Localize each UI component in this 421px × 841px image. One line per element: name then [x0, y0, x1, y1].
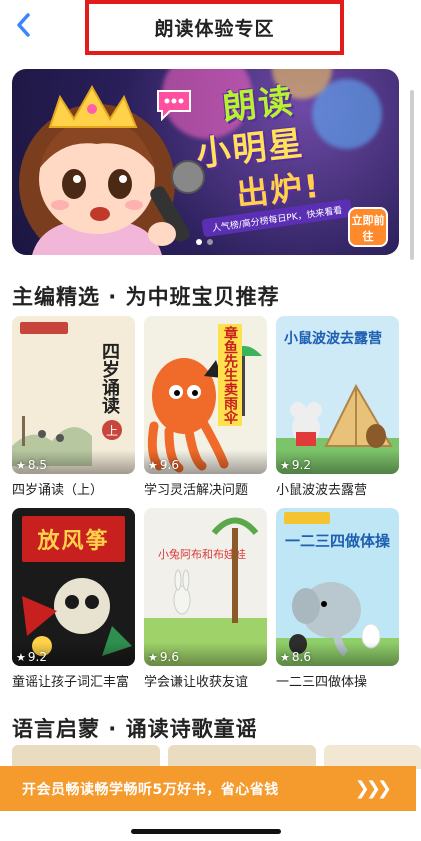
book-cover: 放风筝 ★ 9.2: [12, 508, 135, 666]
cover-tag: [20, 322, 68, 334]
pager-dot: [207, 239, 213, 245]
header-bar: 朗读体验专区: [0, 0, 421, 56]
page-title: 朗读体验专区: [154, 18, 275, 40]
book-cover: 小鼠波波去露营 ★ 9.2: [276, 316, 399, 474]
book-card[interactable]: 小鼠波波去露营 ★ 9.2 小鼠波波去露营: [276, 316, 399, 498]
cover-badge: 上: [102, 420, 122, 440]
triple-chevron-right-icon: ❯❯❯: [354, 778, 392, 799]
section-title-editor-picks: 主编精选 · 为中班宝贝推荐: [12, 285, 280, 309]
star-icon: ★: [16, 650, 26, 664]
cover-title-plate: 放风筝: [22, 516, 125, 562]
book-cover: 小兔阿布和布娃娃 ★ 9.6: [144, 508, 267, 666]
rating-value: 9.2: [291, 458, 311, 472]
rating: ★ 8.5: [16, 458, 47, 472]
book-title: 小鼠波波去露营: [276, 483, 368, 498]
star-icon: ★: [148, 650, 158, 664]
book-card[interactable]: 一二三四做体操 ★ 8.6 一二三四做体操: [276, 508, 399, 690]
book-card[interactable]: 章鱼先生卖雨伞 ★ 9.6 学习灵活解决问题: [144, 316, 267, 498]
chevron-left-icon: [17, 13, 30, 37]
book-title: 学会谦让收获友谊: [144, 675, 249, 690]
book-title: 学习灵活解决问题: [144, 483, 249, 498]
rating: ★ 9.6: [148, 650, 179, 664]
book-title: 一二三四做体操: [276, 675, 368, 690]
promo-banner[interactable]: 朗读 小明星 出炉! 人气榜/高分榜每日PK，快来看看 立即前往: [12, 69, 399, 255]
rating-value: 8.5: [27, 458, 47, 472]
cover-title: 章鱼先生卖雨伞: [218, 324, 242, 426]
banner-pager: [196, 239, 213, 245]
book-title: 四岁诵读（上）: [12, 483, 104, 498]
rating-value: 9.6: [159, 458, 179, 472]
chat-bubble-icon: [157, 90, 191, 121]
star-icon: ★: [280, 650, 290, 664]
rating: ★ 9.2: [280, 458, 311, 472]
book-cover: 四岁诵读 上 ★ 8.5: [12, 316, 135, 474]
rating: ★ 8.6: [280, 650, 311, 664]
section-title-language: 语言启蒙 · 诵读诗歌童谣: [12, 717, 258, 741]
book-title: 童谣让孩子词汇丰富: [12, 675, 130, 690]
back-button[interactable]: [8, 10, 38, 40]
page-title-box: 朗读体验专区: [85, 0, 344, 55]
book-card[interactable]: 放风筝 ★ 9.2 童谣让孩子词汇丰富: [12, 508, 135, 690]
rating: ★ 9.2: [16, 650, 47, 664]
rating-value: 9.6: [159, 650, 179, 664]
scrollbar[interactable]: [410, 90, 414, 260]
promo-text: 开会员畅读畅学畅听5万好书，省心省钱: [22, 781, 279, 798]
book-card[interactable]: 四岁诵读 上 ★ 8.5 四岁诵读（上）: [12, 316, 135, 498]
cover-tag: [284, 512, 330, 524]
book-card[interactable]: 小兔阿布和布娃娃 ★ 9.6 学会谦让收获友谊: [144, 508, 267, 690]
book-cover: 章鱼先生卖雨伞 ★ 9.6: [144, 316, 267, 474]
home-indicator[interactable]: [131, 829, 281, 834]
star-icon: ★: [280, 458, 290, 472]
rating: ★ 9.6: [148, 458, 179, 472]
cover-title: 小鼠波波去露营: [284, 331, 382, 347]
membership-promo-bar[interactable]: 开会员畅读畅学畅听5万好书，省心省钱 ❯❯❯: [0, 766, 416, 811]
cover-title: 四岁诵读: [99, 342, 120, 414]
pager-dot-active: [196, 239, 202, 245]
star-icon: ★: [148, 458, 158, 472]
star-icon: ★: [16, 458, 26, 472]
banner-cta-button[interactable]: 立即前往: [348, 207, 388, 247]
rating-value: 9.2: [27, 650, 47, 664]
book-cover: 一二三四做体操 ★ 8.6: [276, 508, 399, 666]
cover-title: 放风筝: [37, 529, 110, 554]
rating-value: 8.6: [291, 650, 311, 664]
cover-title: 一二三四做体操: [284, 532, 390, 550]
